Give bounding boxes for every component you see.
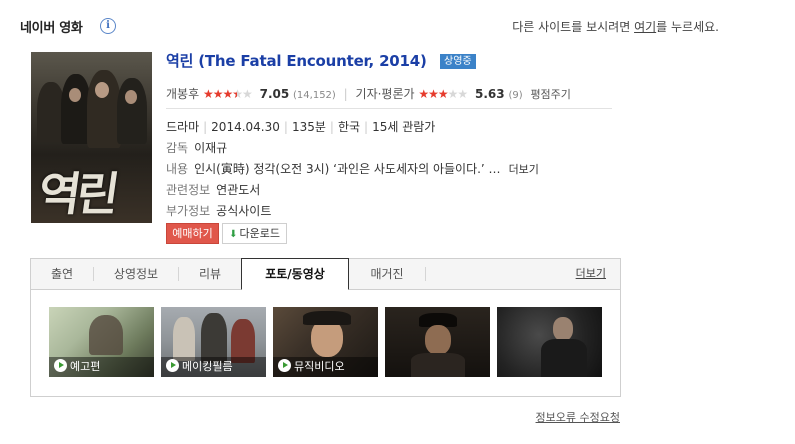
country-link[interactable]: 한국 xyxy=(338,120,360,134)
tab-screening[interactable]: 상영정보 xyxy=(94,259,178,289)
extra-label: 부가정보 xyxy=(166,204,211,218)
synopsis-more-link[interactable]: 더보기 xyxy=(509,163,539,176)
rating-separator xyxy=(166,108,612,109)
movie-basic-info: 드라마 | 2014.04.30 | 135분 | 한국 | 15세 관람가 xyxy=(166,120,436,134)
release-date-link[interactable]: 2014.04.30 xyxy=(211,120,280,134)
synopsis-label: 내용 xyxy=(166,162,189,176)
tab-divider xyxy=(425,267,426,281)
thumb-figure xyxy=(173,317,195,361)
director-label: 감독 xyxy=(166,141,189,155)
rating-divider: | xyxy=(343,87,348,101)
poster-face xyxy=(125,90,137,104)
info-icon[interactable]: i xyxy=(100,18,116,34)
age-rating-link[interactable]: 15세 관람가 xyxy=(372,120,435,134)
header-note-suffix: 를 누르세요. xyxy=(656,20,719,34)
thumbnail-photo-1[interactable] xyxy=(385,307,490,377)
tab-cast[interactable]: 출연 xyxy=(31,259,93,289)
rating-row: 개봉후 ★★★★★★ 7.05 (14,152) | 기자·평론가 ★★★★★ … xyxy=(166,85,612,105)
tab-bar: 출연 상영정보 리뷰 포토/동영상 매거진 더보기 xyxy=(31,258,620,290)
extra-row: 부가정보 공식사이트 xyxy=(166,202,271,219)
synopsis-text: 인시(寅時) 정각(오전 3시) ‘과인은 사도세자의 아들이다.’ … xyxy=(194,162,501,176)
thumb-caption-text: 예고편 xyxy=(70,360,101,373)
thumbnail-making[interactable]: 메이킹필름 xyxy=(161,307,266,377)
thumb-figure xyxy=(89,315,123,355)
status-badge: 상영중 xyxy=(440,54,476,69)
related-row: 관련정보 연관도서 xyxy=(166,181,260,198)
reserve-button[interactable]: 예매하기 xyxy=(166,223,219,244)
audience-count: (14,152) xyxy=(293,90,336,101)
critic-stars: ★★★★★ xyxy=(418,87,468,101)
director-link[interactable]: 이재규 xyxy=(194,141,227,155)
thumbnail-photo-2[interactable] xyxy=(497,307,602,377)
runtime: 135분 xyxy=(291,120,326,134)
thumb-figure xyxy=(201,313,227,363)
thumb-caption: 뮤직비디오 xyxy=(273,357,378,377)
play-icon xyxy=(166,359,179,372)
media-tab-box: 출연 상영정보 리뷰 포토/동영상 매거진 더보기 예고편 메이킹필름 뮤직비디… xyxy=(30,258,621,397)
report-error-link[interactable]: 정보오류 수정요청 xyxy=(536,409,620,425)
movie-title[interactable]: 역린 (The Fatal Encounter, 2014) xyxy=(166,50,427,71)
tab-more-link[interactable]: 더보기 xyxy=(576,259,606,289)
download-icon: ⬇ xyxy=(229,229,238,240)
audience-rating-label: 개봉후 xyxy=(166,87,200,101)
header-note-prefix: 다른 사이트를 보시려면 xyxy=(512,20,635,34)
header-note: 다른 사이트를 보시려면 여기를 누르세요. xyxy=(512,18,719,35)
thumb-caption-text: 메이킹필름 xyxy=(182,360,233,373)
audience-stars: ★★★★★★ xyxy=(202,87,253,101)
thumb-body xyxy=(411,353,465,377)
thumb-caption: 예고편 xyxy=(49,357,154,377)
header-title: 네이버 영화 xyxy=(20,21,83,36)
director-row: 감독 이재규 xyxy=(166,139,227,156)
thumb-hat xyxy=(303,311,351,325)
thumbnail-trailer[interactable]: 예고편 xyxy=(49,307,154,377)
poster-face xyxy=(69,88,81,102)
thumb-caption-text: 뮤직비디오 xyxy=(294,360,345,373)
genre-link[interactable]: 드라마 xyxy=(166,120,199,134)
play-icon xyxy=(278,359,291,372)
tab-magazine[interactable]: 매거진 xyxy=(349,259,425,289)
related-label: 관련정보 xyxy=(166,183,211,197)
official-site-link[interactable]: 공식사이트 xyxy=(216,204,271,218)
thumb-caption: 메이킹필름 xyxy=(161,357,266,377)
thumb-face xyxy=(553,317,573,341)
thumb-face xyxy=(425,325,451,355)
related-books-link[interactable]: 연관도서 xyxy=(216,183,260,197)
download-label: 다운로드 xyxy=(239,227,280,240)
thumbnail-music-video[interactable]: 뮤직비디오 xyxy=(273,307,378,377)
thumb-body xyxy=(541,339,587,377)
download-button[interactable]: ⬇ 다운로드 xyxy=(222,223,287,244)
poster-face xyxy=(95,82,109,98)
critic-rating-label: 기자·평론가 xyxy=(355,87,415,101)
rate-link[interactable]: 평점주기 xyxy=(530,88,570,101)
critic-count: (9) xyxy=(508,90,523,101)
other-site-link[interactable]: 여기 xyxy=(634,20,656,34)
poster-figure xyxy=(117,78,147,144)
movie-poster[interactable]: 역린 xyxy=(31,52,152,223)
synopsis-row: 내용 인시(寅時) 정각(오전 3시) ‘과인은 사도세자의 아들이다.’ … 더보… xyxy=(166,160,539,177)
poster-calligraphy: 역린 xyxy=(34,167,120,221)
play-icon xyxy=(54,359,67,372)
tab-photo-video[interactable]: 포토/동영상 xyxy=(241,258,349,290)
tab-review[interactable]: 리뷰 xyxy=(179,259,241,289)
critic-score: 5.63 xyxy=(475,87,505,101)
audience-score: 7.05 xyxy=(259,87,290,101)
